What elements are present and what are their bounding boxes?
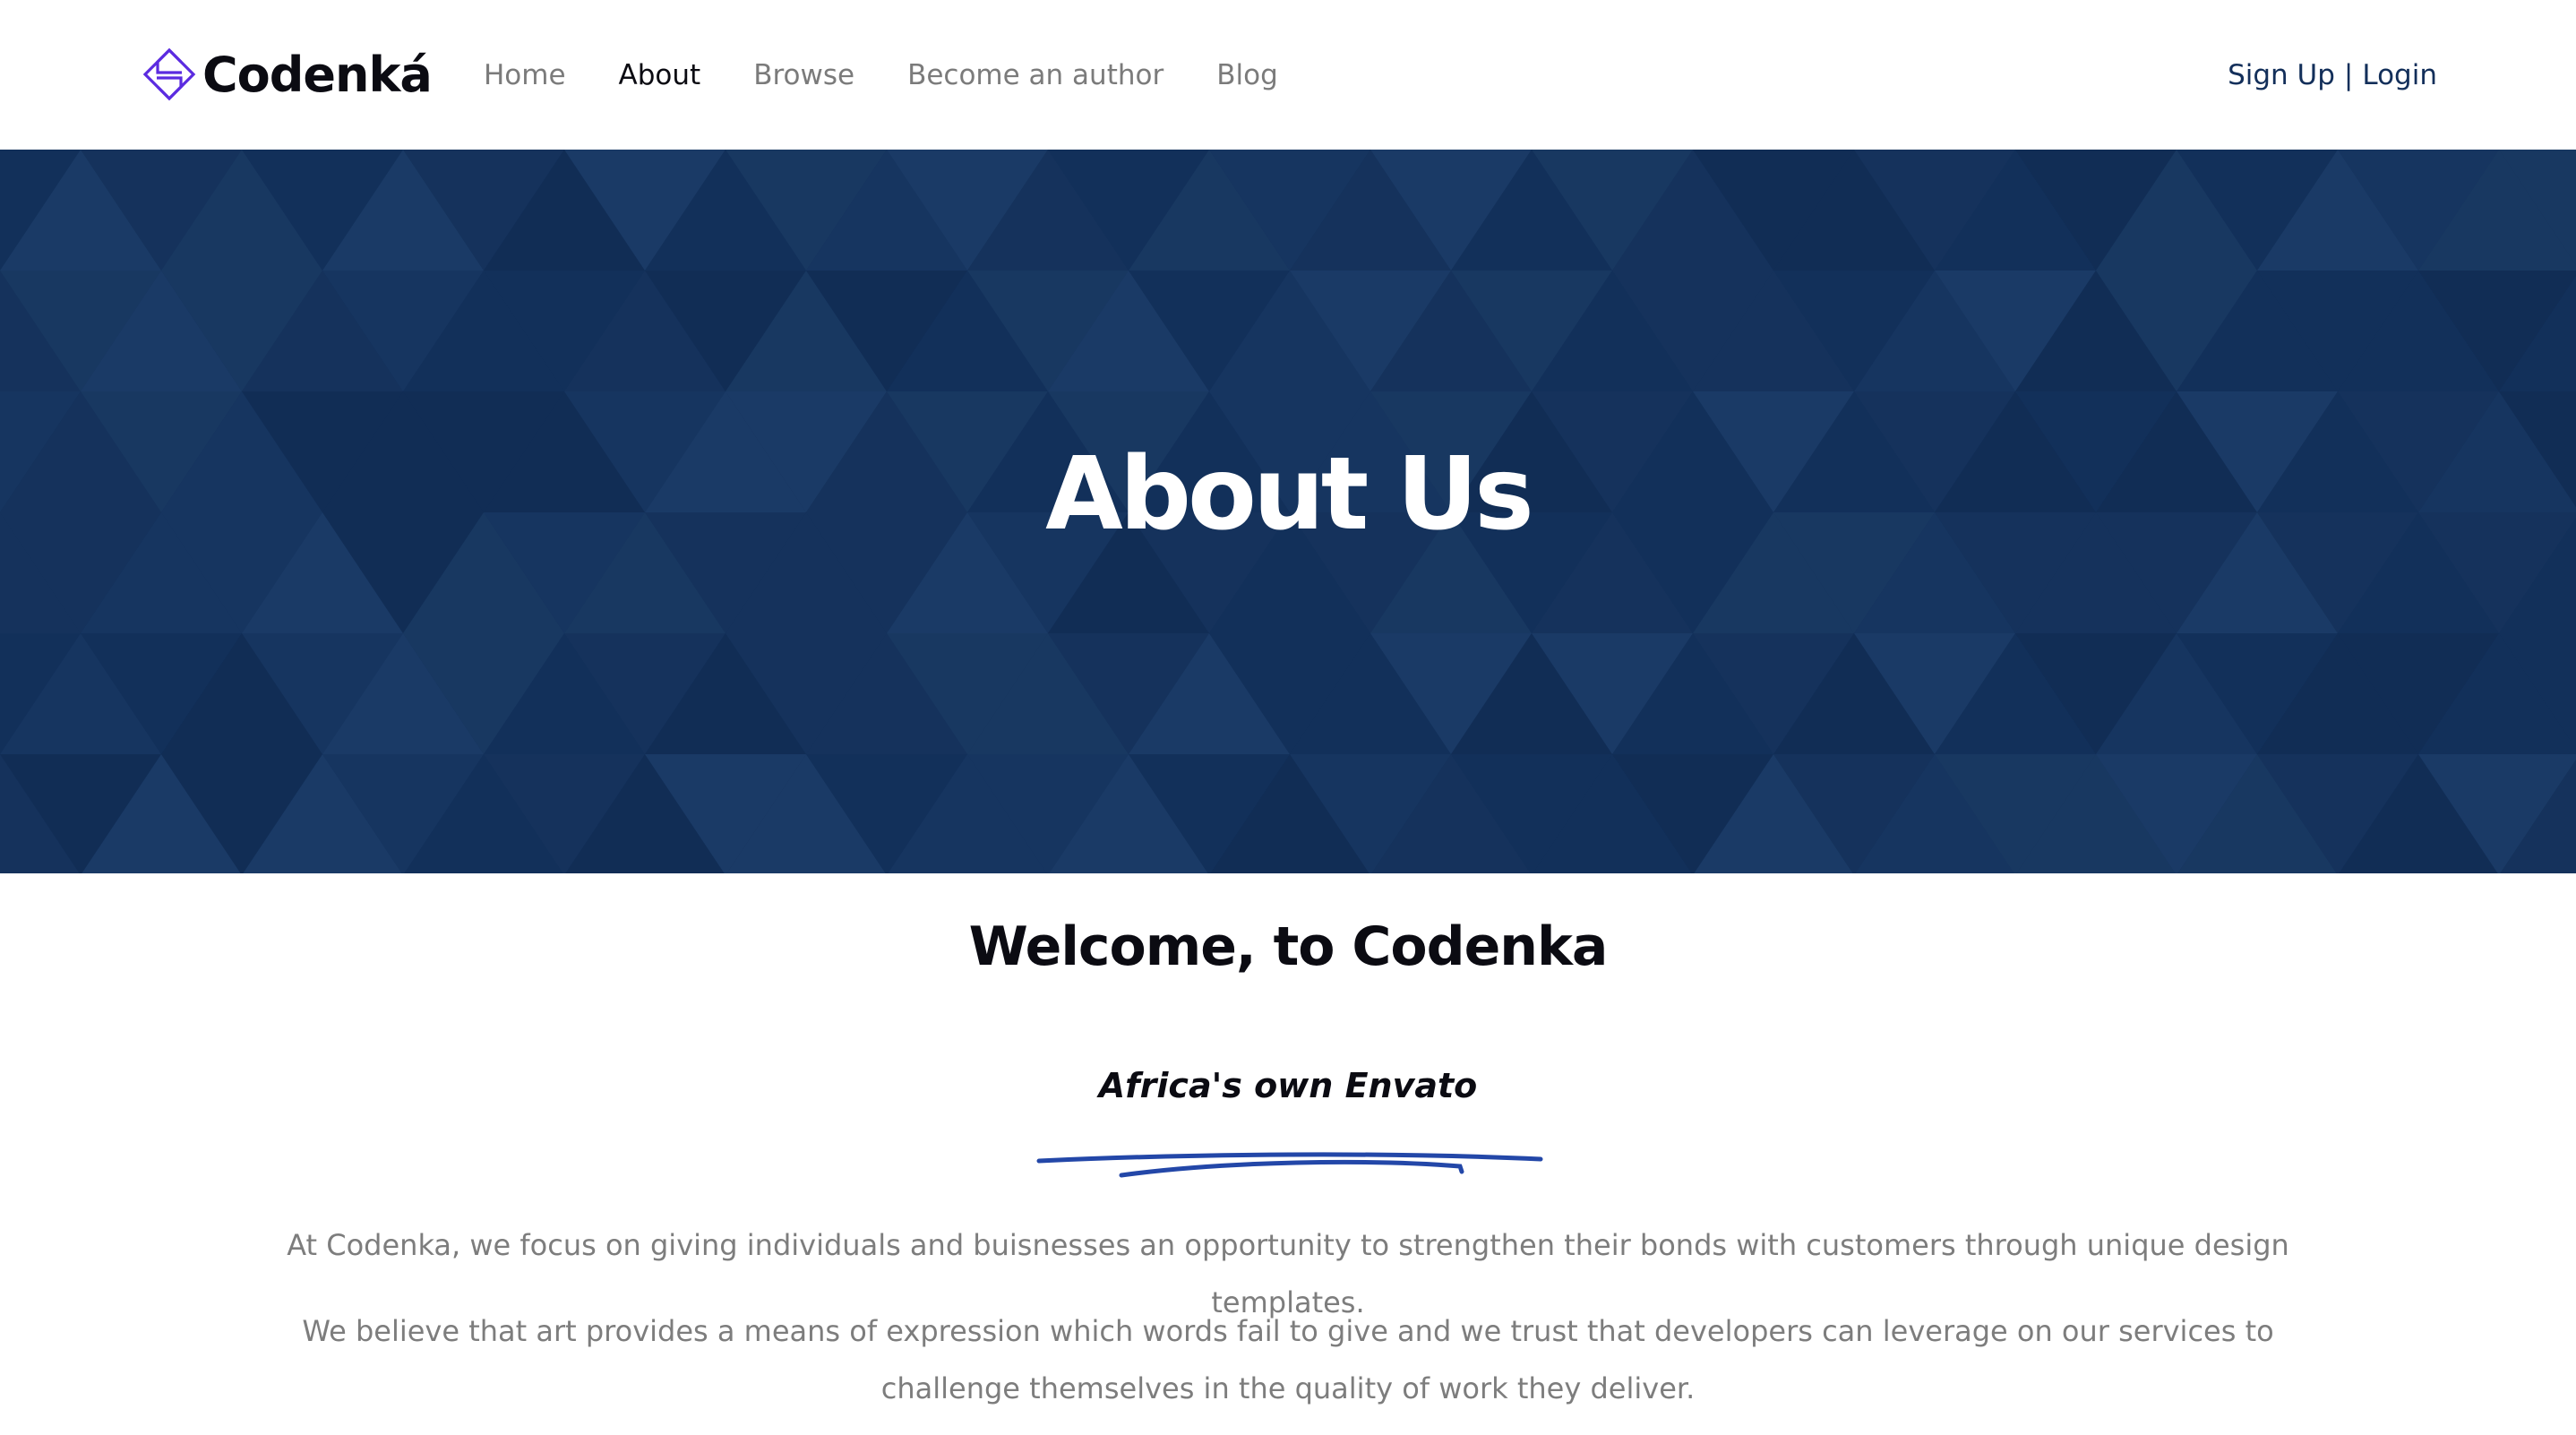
login-link[interactable]: Login bbox=[2362, 59, 2437, 91]
nav-blog[interactable]: Blog bbox=[1216, 59, 1278, 91]
welcome-heading: Welcome, to Codenka bbox=[968, 915, 1609, 978]
site-header: Codenká Home About Browse Become an auth… bbox=[0, 0, 2576, 150]
belief-paragraph: We believe that art provides a means of … bbox=[302, 1314, 2274, 1405]
tagline: Africa's own Envato bbox=[1098, 1066, 1478, 1105]
page-title: About Us bbox=[1045, 436, 1534, 553]
nav-become-author[interactable]: Become an author bbox=[907, 59, 1163, 91]
nav-about[interactable]: About bbox=[619, 59, 701, 91]
underline-swash-decoration bbox=[1036, 1152, 1543, 1178]
main-nav: Home About Browse Become an author Blog bbox=[484, 52, 1331, 99]
auth-separator: | bbox=[2343, 59, 2354, 91]
brand-logo-link[interactable]: Codenká bbox=[142, 43, 433, 106]
codenka-logo-icon bbox=[142, 47, 196, 101]
nav-browse[interactable]: Browse bbox=[753, 59, 854, 91]
auth-links: Sign Up | Login bbox=[2228, 52, 2437, 99]
nav-home[interactable]: Home bbox=[484, 59, 566, 91]
brand-name: Codenká bbox=[202, 46, 433, 103]
signup-link[interactable]: Sign Up bbox=[2228, 59, 2335, 91]
hero-banner: About Us bbox=[0, 150, 2576, 873]
about-page: Codenká Home About Browse Become an auth… bbox=[0, 0, 2576, 1435]
